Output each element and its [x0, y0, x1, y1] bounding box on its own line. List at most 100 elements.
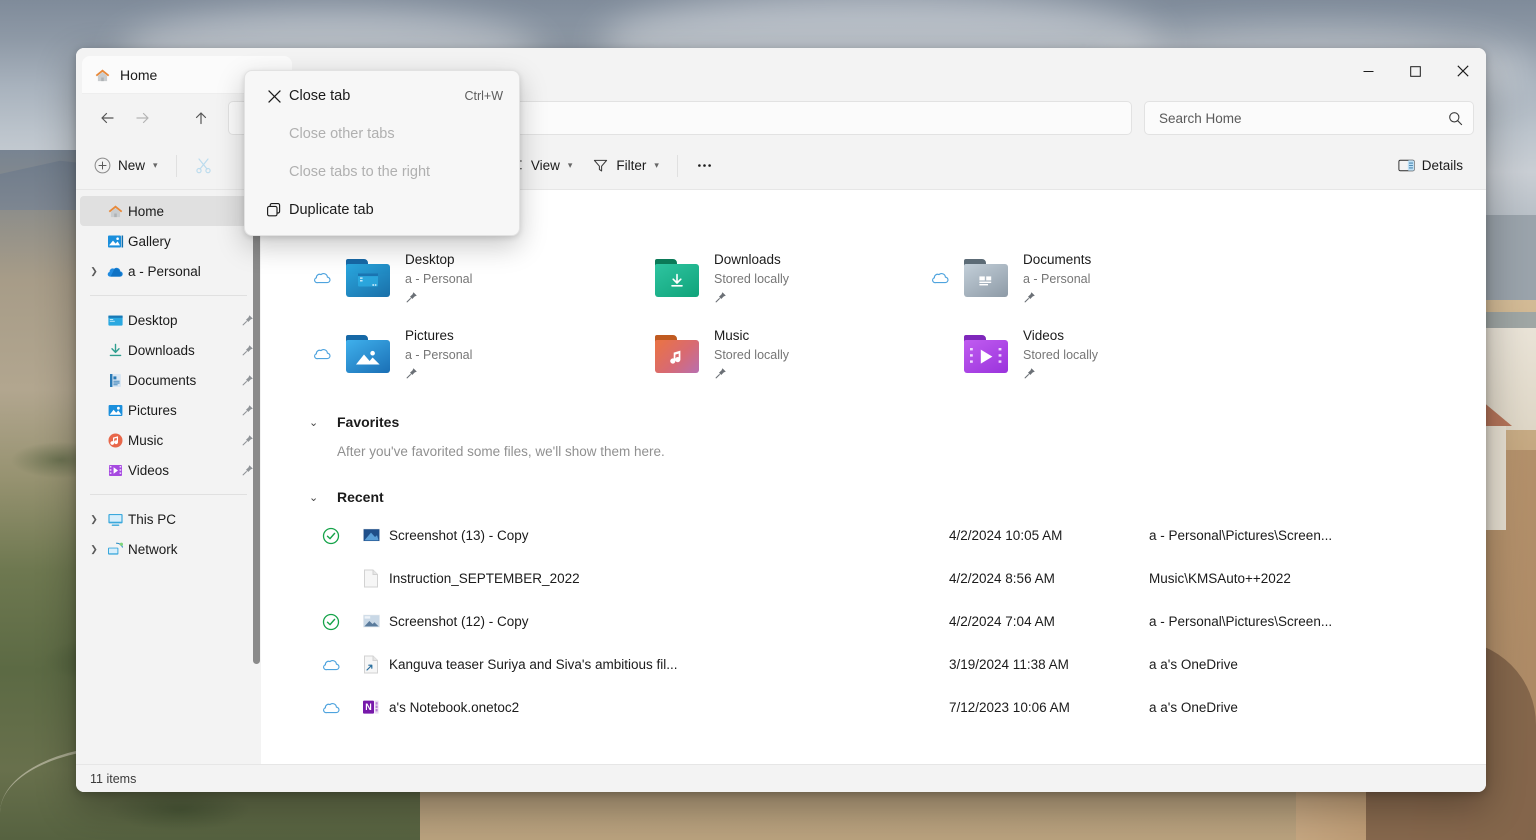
ellipsis-icon	[696, 157, 713, 174]
more-options-button[interactable]	[687, 150, 722, 182]
new-button-label: New	[118, 158, 145, 173]
maximize-button[interactable]	[1392, 48, 1439, 94]
recent-row[interactable]: N a's Notebook.onetoc2 7/12/2023 10:06 A…	[309, 686, 1486, 729]
gallery-icon	[104, 233, 126, 250]
quick-access-item[interactable]: Music Stored locally	[618, 316, 927, 392]
context-menu-item-close-other-tabs[interactable]: Close other tabs	[249, 115, 515, 153]
sidebar-item-downloads[interactable]: Downloads	[80, 335, 257, 365]
sidebar-item-pictures[interactable]: Pictures	[80, 395, 257, 425]
details-pane-button[interactable]: Details	[1389, 150, 1472, 182]
quick-access-grid: Desktop a - Personal	[309, 240, 1486, 392]
sidebar-item-desktop[interactable]: Desktop	[80, 305, 257, 335]
pin-icon[interactable]	[714, 365, 789, 381]
cut-button[interactable]	[186, 150, 221, 182]
up-arrow-icon[interactable]	[184, 101, 218, 135]
pin-icon[interactable]	[1023, 289, 1091, 305]
context-menu-label: Close other tabs	[289, 126, 503, 142]
recent-row[interactable]: Instruction_SEPTEMBER_2022 4/2/2024 8:56…	[309, 557, 1486, 600]
onenote-icon: N	[353, 699, 389, 717]
recent-row[interactable]: Screenshot (12) - Copy 4/2/2024 7:04 AM …	[309, 600, 1486, 643]
recent-name: Instruction_SEPTEMBER_2022	[389, 571, 949, 586]
sidebar-item-this-pc[interactable]: ❯ This PC	[80, 504, 257, 534]
favorites-empty-text: After you've favorited some files, we'll…	[337, 444, 1486, 459]
quick-access-item[interactable]: Desktop a - Personal	[309, 240, 618, 316]
recent-date: 4/2/2024 8:56 AM	[949, 571, 1149, 586]
filter-button[interactable]: Filter ▾	[583, 150, 668, 182]
sidebar-item-network[interactable]: ❯ Network	[80, 534, 257, 564]
sidebar-item-videos[interactable]: Videos	[80, 455, 257, 485]
quick-access-sub: Stored locally	[1023, 346, 1098, 364]
quick-access-item[interactable]: Documents a - Personal	[927, 240, 1236, 316]
chevron-right-icon[interactable]: ❯	[84, 544, 104, 555]
back-arrow-icon[interactable]	[90, 101, 124, 135]
context-menu-item-close-tab[interactable]: Close tab Ctrl+W	[249, 77, 515, 115]
recent-path: Music\KMSAuto++2022	[1149, 571, 1486, 586]
quick-access-item[interactable]: Downloads Stored locally	[618, 240, 927, 316]
recent-date: 3/19/2024 11:38 AM	[949, 657, 1149, 672]
command-separator	[176, 155, 177, 177]
duplicate-icon	[259, 202, 289, 218]
quick-access-name: Pictures	[405, 327, 472, 345]
desktop-icon	[104, 312, 126, 329]
folder-videos-icon	[963, 334, 1011, 374]
content-pane: ⌄ Quick access	[261, 190, 1486, 764]
folder-music-icon	[654, 334, 702, 374]
pin-icon[interactable]	[405, 289, 472, 305]
onedrive-icon	[104, 264, 126, 279]
sidebar-divider	[90, 295, 247, 296]
sidebar-item-gallery[interactable]: Gallery	[80, 226, 257, 256]
section-header-recent[interactable]: ⌄ Recent	[309, 489, 1486, 505]
pin-icon[interactable]	[714, 289, 789, 305]
recent-name: a's Notebook.onetoc2	[389, 700, 949, 715]
sidebar-scrollbar[interactable]	[253, 194, 260, 664]
sidebar-label: Gallery	[126, 234, 237, 249]
music-icon	[104, 432, 126, 449]
section-title: Favorites	[337, 414, 399, 430]
context-menu-item-duplicate-tab[interactable]: Duplicate tab	[249, 191, 515, 229]
sidebar-item-home[interactable]: Home	[80, 196, 257, 226]
recent-date: 4/2/2024 7:04 AM	[949, 614, 1149, 629]
chevron-right-icon[interactable]: ❯	[84, 514, 104, 525]
chevron-right-icon[interactable]: ❯	[84, 266, 104, 277]
home-icon	[104, 203, 126, 220]
search-icon	[1448, 111, 1463, 126]
window-body: Home Gallery ❯ a - Personal	[76, 190, 1486, 764]
chevron-down-icon[interactable]: ⌄	[309, 491, 323, 504]
sidebar-label: Music	[126, 433, 237, 448]
quick-access-name: Downloads	[714, 251, 789, 269]
home-icon	[94, 67, 111, 84]
sidebar-item-documents[interactable]: Documents	[80, 365, 257, 395]
recent-row[interactable]: Kanguva teaser Suriya and Siva's ambitio…	[309, 643, 1486, 686]
context-menu-label: Duplicate tab	[289, 202, 503, 218]
quick-access-item[interactable]: Pictures a - Personal	[309, 316, 618, 392]
section-header-favorites[interactable]: ⌄ Favorites	[309, 414, 1486, 430]
pin-icon[interactable]	[405, 365, 472, 381]
sidebar-label: Network	[126, 542, 237, 557]
new-button[interactable]: New ▾	[88, 150, 167, 182]
recent-row[interactable]: Screenshot (13) - Copy 4/2/2024 10:05 AM…	[309, 514, 1486, 557]
pin-icon[interactable]	[1023, 365, 1098, 381]
search-input[interactable]: Search Home	[1144, 101, 1474, 135]
chevron-down-icon: ▾	[153, 160, 158, 171]
thispc-icon	[104, 511, 126, 528]
filter-icon	[592, 157, 609, 174]
sidebar-item-a-personal[interactable]: ❯ a - Personal	[80, 256, 257, 286]
folder-documents-icon	[963, 258, 1011, 298]
cloud-status-icon	[309, 658, 353, 672]
navigation-pane: Home Gallery ❯ a - Personal	[76, 190, 261, 764]
quick-access-sub: Stored locally	[714, 346, 789, 364]
recent-date: 4/2/2024 10:05 AM	[949, 528, 1149, 543]
quick-access-name: Documents	[1023, 251, 1091, 269]
quick-access-item[interactable]: Videos Stored locally	[927, 316, 1236, 392]
close-button[interactable]	[1439, 48, 1486, 94]
chevron-down-icon[interactable]: ⌄	[309, 416, 323, 429]
image-light-icon	[353, 613, 389, 630]
forward-arrow-icon[interactable]	[126, 101, 160, 135]
chevron-down-icon: ▾	[568, 160, 573, 171]
sidebar-label: Pictures	[126, 403, 237, 418]
sidebar-item-music[interactable]: Music	[80, 425, 257, 455]
section-title: Recent	[337, 489, 384, 505]
context-menu-item-close-tabs-right[interactable]: Close tabs to the right	[249, 153, 515, 191]
quick-access-sub: a - Personal	[1023, 270, 1091, 288]
minimize-button[interactable]	[1345, 48, 1392, 94]
